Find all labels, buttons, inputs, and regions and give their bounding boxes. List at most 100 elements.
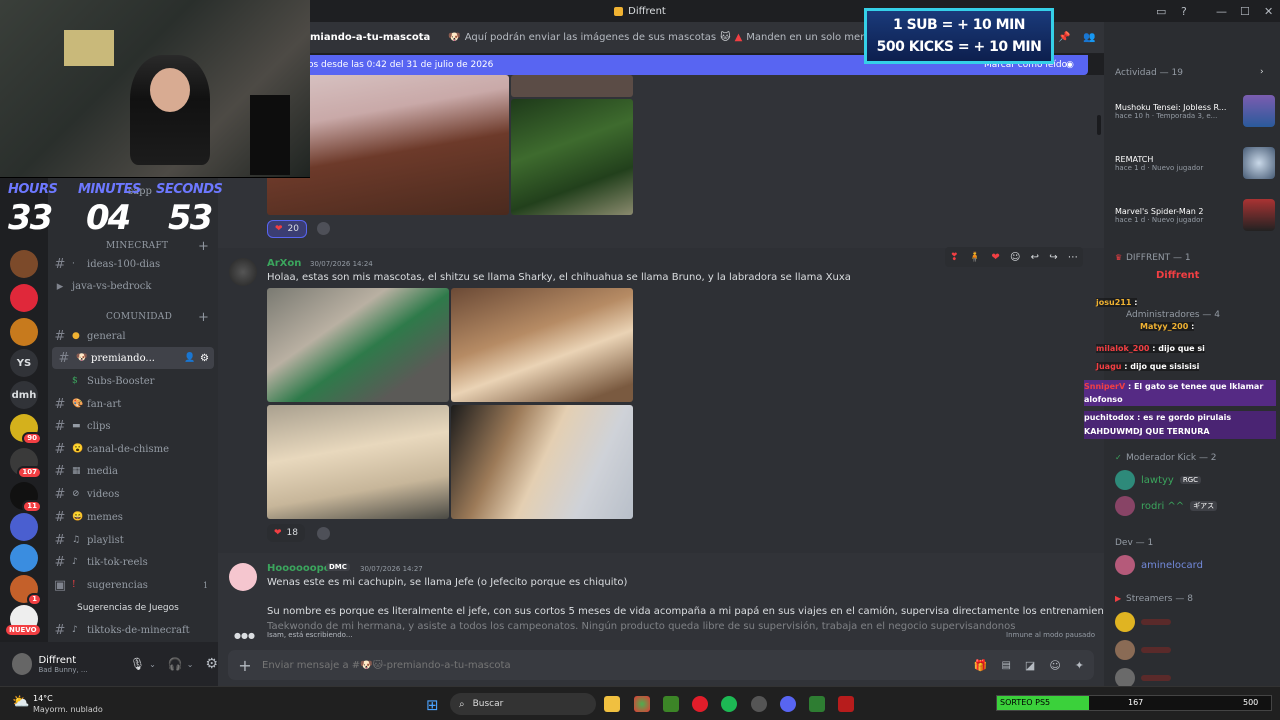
avatar[interactable] [12,653,33,675]
channel-java-vs-bedrock[interactable]: ▸ java-vs-bedrock [48,275,218,297]
sticker-icon[interactable]: 🧍 [969,252,981,263]
close-button[interactable]: ✕ [1264,0,1273,22]
channel-videos[interactable]: # ⊘ videos [48,483,218,505]
add-reaction-icon[interactable] [317,527,330,540]
message-author[interactable]: ArXon [267,258,301,269]
message-image[interactable] [451,405,633,519]
maximize-button[interactable]: ☐ [1240,0,1250,22]
server-icon[interactable]: 11 [10,482,42,513]
server-icon[interactable] [10,284,38,312]
activity-card[interactable]: REMATCH hace 1 d · Nuevo jugador [1115,146,1275,180]
discord-icon[interactable] [780,696,796,712]
microphone-icon[interactable]: 🎙 [130,657,145,671]
help-icon[interactable]: ? [1181,0,1187,22]
more-icon[interactable]: ⋯ [1068,252,1078,263]
member-item[interactable]: lawtyy RGC [1115,466,1275,494]
heart-icon[interactable]: ❣ [950,252,958,263]
app-icon[interactable] [838,696,854,712]
inbox-icon[interactable]: ▭ [1156,0,1166,22]
activity-card[interactable]: Marvel's Spider-Man 2 hace 1 d · Nuevo j… [1115,198,1275,232]
member-item[interactable] [1115,608,1275,636]
gear-icon[interactable]: ⚙ [200,353,209,364]
member-item[interactable]: rodri ^^ ギアス [1115,492,1275,520]
category-comunidad[interactable]: COMUNIDAD + [106,310,209,325]
taskbar-search[interactable]: ⌕ Buscar [450,693,596,715]
app-icon[interactable] [809,696,825,712]
server-icon[interactable]: 90 [10,414,42,445]
server-icon[interactable]: 1 [10,575,42,606]
members-icon[interactable]: 👥 [1083,32,1095,43]
server-icon[interactable] [10,250,38,278]
server-icon[interactable] [10,544,38,572]
avatar[interactable] [229,258,257,286]
activity-card[interactable]: Mushoku Tensei: Jobless R... hace 10 h ·… [1115,94,1275,128]
add-channel-icon[interactable]: + [198,239,209,254]
channel-memes[interactable]: # 😄 memes [48,506,218,528]
channel-clips[interactable]: # ▬ clips [48,415,218,437]
emoji-icon[interactable]: ☺ [1049,659,1060,672]
channel-canal-de-chisme[interactable]: # 😮 canal-de-chisme [48,438,218,460]
chrome-icon[interactable] [634,696,650,712]
message-image[interactable] [511,75,633,97]
pin-icon[interactable]: 📌 [1058,32,1070,43]
message-image[interactable] [267,405,449,519]
reaction-heart[interactable]: ❤ 20 [267,220,307,238]
server-ys[interactable]: YS [10,349,38,377]
message-image[interactable] [267,288,449,402]
obs-icon[interactable] [751,696,767,712]
add-channel-icon[interactable]: + [198,310,209,325]
opera-icon[interactable] [692,696,708,712]
channel-ideas-100-dias[interactable]: # · ideas-100-dias [48,253,218,275]
add-reaction-icon[interactable]: ☺ [1010,252,1020,263]
channel-premiando-a-tu-mascota[interactable]: # 🐶 premiando... 👤 ⚙ [52,347,214,369]
minimize-button[interactable]: — [1216,0,1227,22]
message-input[interactable] [262,659,974,671]
message-author[interactable]: Hoooooope [267,563,331,574]
chevron-right-icon[interactable]: › [1260,67,1264,77]
avatar[interactable] [229,563,257,591]
sticker-icon[interactable]: ◪ [1025,659,1035,672]
server-icon[interactable] [10,513,38,541]
apps-icon[interactable]: ✦ [1075,659,1084,672]
weather-temp: 14°C [33,694,53,703]
channel-topic[interactable]: Aquí podrán enviar las imágenes de sus m… [465,32,716,43]
member-item[interactable]: aminelocard [1115,551,1275,579]
gif-icon[interactable]: ▤ [1001,660,1010,671]
channel-fan-art[interactable]: # 🎨 fan-art [48,393,218,415]
member-item[interactable] [1115,636,1275,664]
gear-icon[interactable]: ⚙ [205,656,218,672]
member-item[interactable] [1115,664,1275,686]
server-icon[interactable]: 107 [10,448,42,479]
scrollbar[interactable] [1097,115,1101,135]
add-reaction-icon[interactable] [317,222,330,235]
chat-line: josu211 : [1096,298,1138,307]
file-explorer-icon[interactable] [604,696,620,712]
add-attachment-button[interactable]: + [228,656,262,675]
channel-tik-tok-reels[interactable]: # ♪ tik-tok-reels [48,551,218,573]
heart-icon[interactable]: ❤ [991,252,999,263]
add-member-icon[interactable]: 👤 [184,353,195,363]
message-image[interactable] [451,288,633,402]
channel-media[interactable]: # ▦ media [48,460,218,482]
weather-icon[interactable]: ⛅ [12,694,29,710]
channel-playlist[interactable]: # ♫ playlist [48,529,218,551]
reply-icon[interactable]: ↩ [1031,252,1039,263]
minecraft-icon[interactable] [663,696,679,712]
chevron-down-icon[interactable]: ⌄ [149,660,156,669]
windows-start-icon[interactable]: ⊞ [426,696,439,714]
channel-general[interactable]: # ● general [48,325,218,347]
headphones-icon[interactable]: 🎧 [168,657,183,671]
thread-sugerencias-de-juegos[interactable]: Sugerencias de Juegos [48,597,218,619]
channel-sugerencias[interactable]: ▣! sugerencias 1 [48,574,218,596]
server-dmh[interactable]: dmh [10,381,38,409]
chevron-down-icon[interactable]: ⌄ [187,660,194,669]
gift-icon[interactable]: 🎁 [974,659,988,672]
channel-subs-booster[interactable]: $ Subs-Booster [48,370,218,392]
forward-icon[interactable]: ↪ [1049,252,1057,263]
category-minecraft[interactable]: MINECRAFT + [106,239,209,254]
spotify-icon[interactable] [721,696,737,712]
message-image[interactable] [511,99,633,215]
reaction-heart[interactable]: ❤ 18 [267,524,305,542]
server-icon[interactable] [10,318,38,346]
channel-tiktoks-de-minecraft[interactable]: # ♪ tiktoks-de-minecraft [48,619,218,641]
